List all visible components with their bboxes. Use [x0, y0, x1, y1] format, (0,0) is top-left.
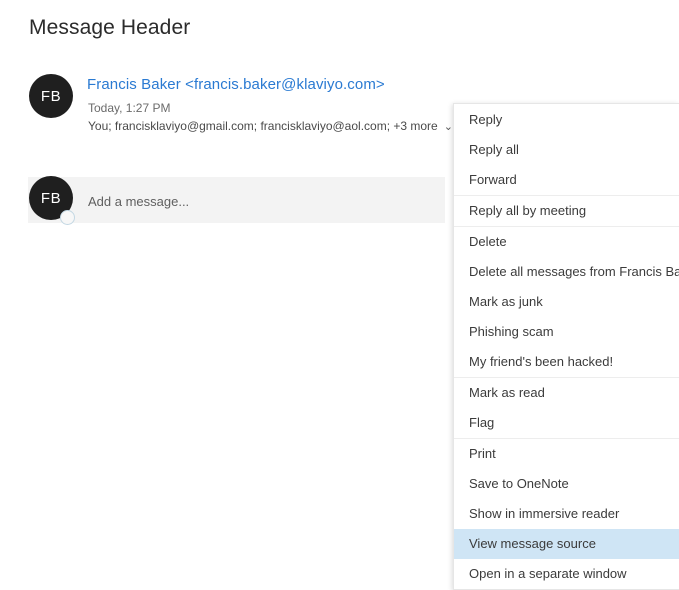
menu-item-mark-as-read[interactable]: Mark as read — [454, 378, 679, 408]
menu-item-my-friend-s-been-hacked[interactable]: My friend's been hacked! — [454, 347, 679, 377]
menu-item-show-in-immersive-reader[interactable]: Show in immersive reader — [454, 499, 679, 529]
menu-item-mark-as-junk[interactable]: Mark as junk — [454, 287, 679, 317]
recipients-row: You; francisklaviyo@gmail.com; franciskl… — [88, 119, 453, 133]
sender-line[interactable]: Francis Baker <francis.baker@klaviyo.com… — [87, 76, 385, 93]
sender-avatar: FB — [29, 74, 73, 118]
menu-item-save-to-onenote[interactable]: Save to OneNote — [454, 469, 679, 499]
message-date: Today, 1:27 PM — [88, 101, 171, 115]
menu-item-reply-all-by-meeting[interactable]: Reply all by meeting — [454, 196, 679, 226]
context-menu[interactable]: ReplyReply allForwardReply all by meetin… — [453, 103, 679, 590]
recipients-list: You; francisklaviyo@gmail.com; franciskl… — [88, 119, 438, 133]
menu-item-flag[interactable]: Flag — [454, 408, 679, 438]
compose-placeholder[interactable]: Add a message... — [88, 194, 189, 209]
menu-item-reply-all[interactable]: Reply all — [454, 135, 679, 165]
presence-indicator-icon — [60, 210, 75, 225]
menu-item-print[interactable]: Print — [454, 439, 679, 469]
page-title: Message Header — [29, 16, 190, 40]
sender-email[interactable]: <francis.baker@klaviyo.com> — [185, 76, 385, 93]
sender-name[interactable]: Francis Baker — [87, 76, 181, 93]
menu-item-reply[interactable]: Reply — [454, 104, 679, 135]
menu-item-delete-all-messages-from-francis-baker[interactable]: Delete all messages from Francis Baker — [454, 257, 679, 287]
menu-item-phishing-scam[interactable]: Phishing scam — [454, 317, 679, 347]
menu-item-delete[interactable]: Delete — [454, 227, 679, 257]
menu-item-forward[interactable]: Forward — [454, 165, 679, 195]
recipients-expand-icon[interactable]: ⌄ — [444, 120, 453, 133]
menu-item-view-message-source[interactable]: View message source — [454, 529, 679, 559]
menu-item-open-in-a-separate-window[interactable]: Open in a separate window — [454, 559, 679, 589]
